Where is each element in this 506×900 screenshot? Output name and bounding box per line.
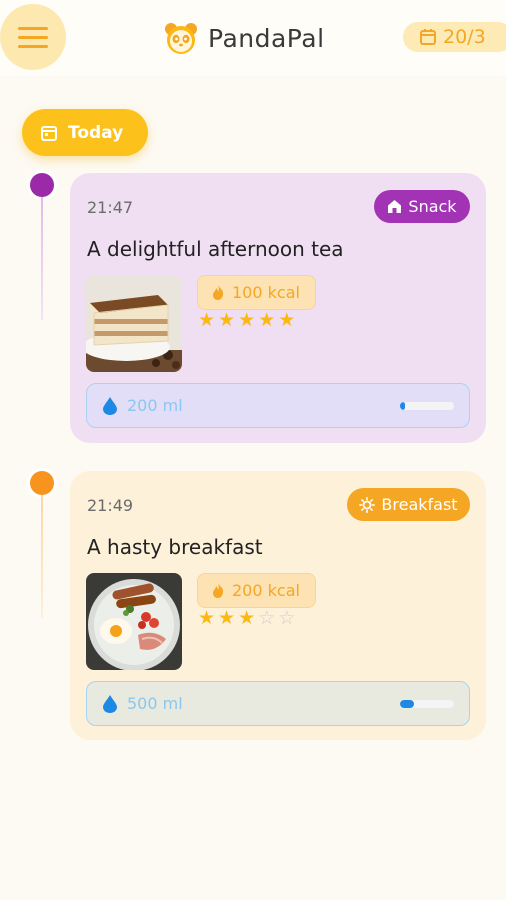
- star-filled-icon: ★: [278, 309, 296, 331]
- timeline-line: [41, 197, 43, 320]
- brand: PandaPal: [164, 18, 325, 58]
- tiramisu-photo: [86, 275, 182, 372]
- calories-badge: 200 kcal: [197, 573, 316, 608]
- hamburger-icon: [18, 26, 48, 30]
- water-drop-icon: [103, 694, 117, 713]
- sun-icon: [359, 496, 376, 513]
- star-filled-icon: ★: [258, 309, 276, 331]
- timeline-line: [41, 495, 43, 618]
- calendar-icon: [420, 29, 436, 45]
- app-title: PandaPal: [208, 23, 325, 53]
- category-badge: Breakfast: [347, 488, 470, 521]
- category-badge: Snack: [374, 190, 470, 223]
- meal-card[interactable]: 21:47 Snack A delightful afternoon tea 1…: [70, 173, 486, 443]
- star-filled-icon: ★: [238, 309, 256, 331]
- water-amount: 200 ml: [127, 396, 183, 415]
- star-empty-icon: ☆: [278, 607, 296, 629]
- star-empty-icon: ☆: [258, 607, 276, 629]
- today-button[interactable]: Today: [22, 109, 148, 156]
- water-progress-fill: [400, 700, 414, 708]
- home-icon: [388, 200, 402, 213]
- water-progress-bar: [400, 700, 454, 708]
- calendar-icon: [41, 125, 57, 141]
- meal-time: 21:49: [87, 496, 134, 515]
- meal-card[interactable]: 21:49 Breakfast A hasty breakfast 200 kc…: [70, 471, 486, 740]
- star-filled-icon: ★: [198, 309, 216, 331]
- calories-badge: 100 kcal: [197, 275, 316, 310]
- star-filled-icon: ★: [218, 309, 236, 331]
- water-progress-fill: [400, 402, 406, 410]
- calories-value: 100 kcal: [232, 283, 300, 302]
- water-intake: 500 ml: [86, 681, 470, 726]
- calories-value: 200 kcal: [232, 581, 300, 600]
- water-amount: 500 ml: [127, 694, 183, 713]
- meal-title: A delightful afternoon tea: [87, 237, 344, 261]
- timeline-dot: [30, 471, 54, 495]
- menu-button[interactable]: [0, 4, 66, 70]
- category-label: Breakfast: [381, 495, 458, 514]
- flame-icon: [213, 583, 224, 598]
- timeline-dot: [30, 173, 54, 197]
- water-drop-icon: [103, 396, 117, 415]
- category-label: Snack: [408, 197, 457, 216]
- meal-title: A hasty breakfast: [87, 535, 263, 559]
- english-breakfast-photo: [86, 573, 182, 670]
- star-filled-icon: ★: [198, 607, 216, 629]
- star-filled-icon: ★: [218, 607, 236, 629]
- star-filled-icon: ★: [238, 607, 256, 629]
- app-header: PandaPal 20/3: [0, 0, 506, 76]
- today-label: Today: [68, 122, 124, 143]
- date-label: 20/3: [443, 26, 486, 48]
- water-intake: 200 ml: [86, 383, 470, 428]
- rating: ★ ★ ★ ★ ★: [198, 311, 295, 330]
- date-selector[interactable]: 20/3: [403, 22, 506, 52]
- meal-time: 21:47: [87, 198, 134, 217]
- water-progress-bar: [400, 402, 454, 410]
- rating: ★ ★ ★ ☆ ☆: [198, 609, 295, 628]
- panda-icon: [165, 23, 197, 54]
- flame-icon: [213, 285, 224, 300]
